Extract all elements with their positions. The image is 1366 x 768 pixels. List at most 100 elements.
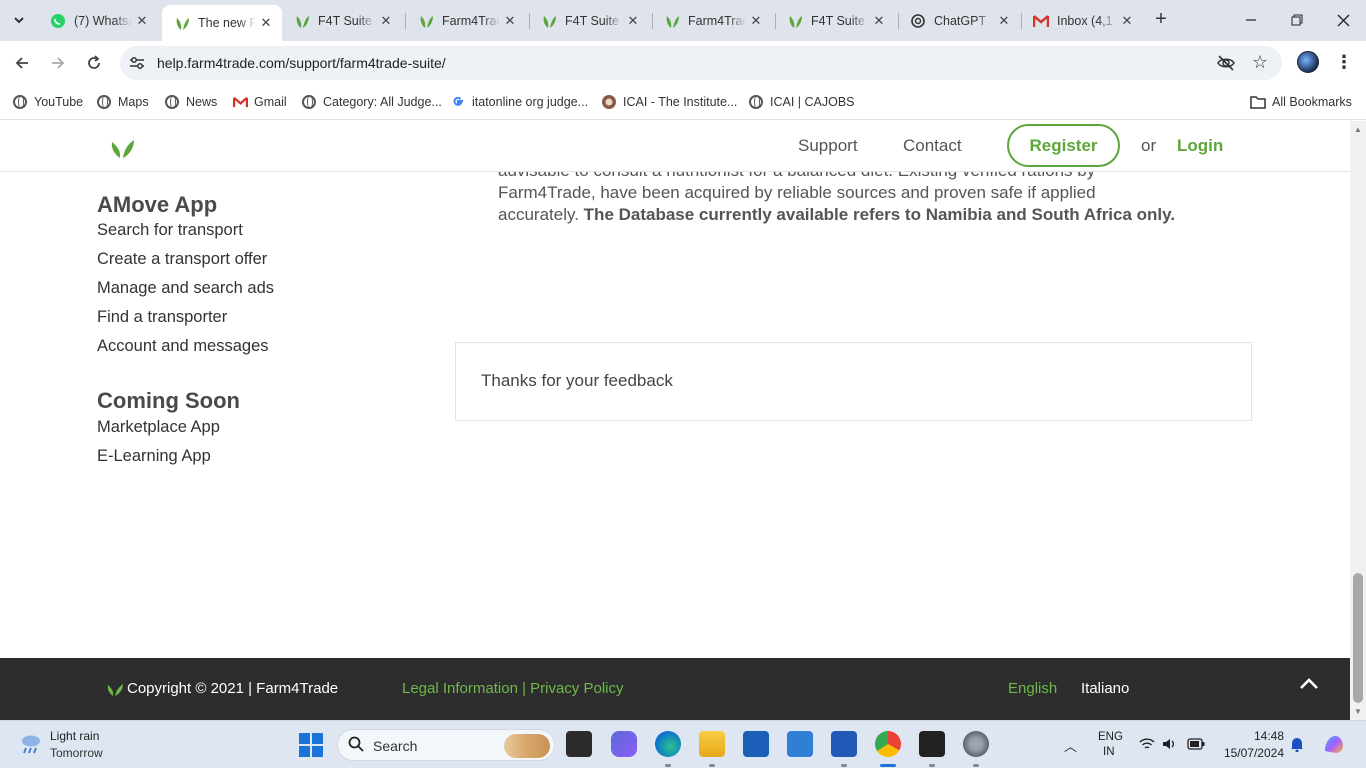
scroll-down-arrow-icon[interactable]: ▼ <box>1353 707 1363 716</box>
bookmark-icai-cajobs[interactable]: ICAI | CAJOBS <box>748 92 855 112</box>
teams-meet-icon[interactable] <box>611 731 637 757</box>
microsoft-store-icon[interactable] <box>743 731 769 757</box>
bookmark-star-icon[interactable]: ☆ <box>1252 52 1268 73</box>
rain-cloud-icon[interactable] <box>18 731 44 757</box>
sidebar-item-create-transport-offer[interactable]: Create a transport offer <box>97 250 267 269</box>
tab-search-chevron-icon[interactable] <box>8 9 30 31</box>
sidebar-item-manage-ads[interactable]: Manage and search ads <box>97 279 274 298</box>
sidebar-item-search-transport[interactable]: Search for transport <box>97 221 243 240</box>
mail-icon[interactable] <box>787 731 813 757</box>
close-tab-icon[interactable]: ✕ <box>623 11 643 31</box>
weather-when[interactable]: Tomorrow <box>50 746 103 760</box>
tab-farm4trade[interactable]: Farm4Trade ✕ <box>652 5 772 36</box>
bookmark-itatonline[interactable]: itatonline org judge... <box>450 92 588 112</box>
restore-icon[interactable] <box>1274 0 1320 40</box>
sidebar-item-elearning-app[interactable]: E-Learning App <box>97 447 211 466</box>
scroll-to-top-icon[interactable] <box>1297 672 1321 696</box>
scrollbar-thumb[interactable] <box>1353 573 1363 703</box>
article-line: Farm4Trade, have been acquired by reliab… <box>498 183 1096 202</box>
close-tab-icon[interactable]: ✕ <box>994 11 1014 31</box>
tray-overflow-chevron-icon[interactable]: ︿ <box>1064 736 1077 755</box>
scroll-up-arrow-icon[interactable]: ▲ <box>1353 125 1363 134</box>
chrome-menu-icon[interactable]: ⋮ <box>1334 51 1354 75</box>
clock-time[interactable]: 14:48 <box>1254 729 1284 743</box>
close-tab-icon[interactable]: ✕ <box>376 11 396 31</box>
sidebar-item-marketplace-app[interactable]: Marketplace App <box>97 418 220 437</box>
profile-avatar[interactable] <box>1297 51 1319 73</box>
legal-privacy-link[interactable]: Legal Information | Privacy Policy <box>402 680 624 697</box>
bookmark-category-judgements[interactable]: Category: All Judge... <box>301 92 442 112</box>
back-arrow-icon[interactable] <box>8 49 36 77</box>
windows-start-icon[interactable] <box>299 733 323 757</box>
taskbar-search[interactable]: Search <box>337 729 555 761</box>
footer-copyright: Copyright © 2021 | Farm4Trade <box>105 680 338 697</box>
close-window-icon[interactable] <box>1320 0 1366 40</box>
app-running-indicator <box>665 764 671 767</box>
tab-farm4trade-active[interactable]: The new Farm4Trade ✕ <box>162 5 282 41</box>
or-text: or <box>1141 136 1157 155</box>
all-bookmarks[interactable]: All Bookmarks <box>1250 92 1352 112</box>
bookmark-maps[interactable]: Maps <box>96 92 149 112</box>
file-explorer-icon[interactable] <box>699 731 725 757</box>
tab-f4t-suite[interactable]: F4T Suite ✕ <box>775 5 895 36</box>
settings-gear-icon[interactable] <box>963 731 989 757</box>
language-english-link[interactable]: English <box>1008 680 1057 697</box>
notification-bell-icon[interactable] <box>1290 736 1304 755</box>
close-tab-icon[interactable]: ✕ <box>132 11 152 31</box>
edge-browser-icon[interactable] <box>655 731 681 757</box>
page-scrollbar[interactable]: ▲ ▼ <box>1350 121 1366 720</box>
reload-icon[interactable] <box>80 49 108 77</box>
copilot-icon[interactable] <box>1322 733 1346 758</box>
bookmark-label: ICAI - The Institute... <box>623 95 738 109</box>
register-button[interactable]: Register <box>1007 124 1120 167</box>
volume-icon[interactable] <box>1162 737 1178 754</box>
bookmark-icai[interactable]: ICAI - The Institute... <box>601 92 737 112</box>
tab-gmail-inbox[interactable]: Inbox (4,1 ✕ <box>1021 5 1143 36</box>
bookmark-youtube[interactable]: YouTube <box>12 92 83 112</box>
tab-label: F4T Suite <box>565 13 619 28</box>
bookmark-news[interactable]: News <box>164 92 217 112</box>
bookmark-gmail[interactable]: Gmail <box>232 92 287 112</box>
minimize-icon[interactable] <box>1228 0 1274 40</box>
taskbar-search-label: Search <box>373 738 418 754</box>
wifi-icon[interactable] <box>1139 737 1155 754</box>
close-tab-icon[interactable]: ✕ <box>869 11 889 31</box>
bookmark-label: YouTube <box>34 95 84 109</box>
nav-contact-link[interactable]: Contact <box>903 136 962 156</box>
tab-label: F4T Suite <box>811 13 865 28</box>
google-icon <box>450 94 466 110</box>
tab-f4t-suite[interactable]: F4T Suite ✕ <box>282 5 402 36</box>
site-footer: Copyright © 2021 | Farm4Trade Legal Info… <box>0 658 1350 720</box>
task-view-icon[interactable] <box>566 731 592 757</box>
app-running-indicator <box>973 764 979 767</box>
clock-date[interactable]: 15/07/2024 <box>1220 746 1284 760</box>
forward-arrow-icon[interactable] <box>44 49 72 77</box>
eye-slash-icon[interactable] <box>1216 53 1236 73</box>
tab-whatsapp[interactable]: (7) WhatsApp ✕ <box>38 5 158 36</box>
input-region[interactable]: IN <box>1103 746 1115 758</box>
tab-f4t-suite[interactable]: F4T Suite ✕ <box>529 5 649 36</box>
address-bar[interactable]: help.farm4trade.com/support/farm4trade-s… <box>120 46 1282 80</box>
article-line: accurately. The Database currently avail… <box>498 204 1218 226</box>
sidebar-item-account-messages[interactable]: Account and messages <box>97 337 269 356</box>
close-tab-icon[interactable]: ✕ <box>256 13 276 33</box>
battery-icon[interactable] <box>1187 738 1205 753</box>
close-tab-icon[interactable]: ✕ <box>1117 11 1137 31</box>
tab-chatgpt[interactable]: ChatGPT ✕ <box>898 5 1020 36</box>
farm4trade-logo-icon[interactable] <box>108 137 138 159</box>
new-tab-plus-icon[interactable]: + <box>1150 9 1172 31</box>
farm4trade-leaf-icon <box>541 13 557 29</box>
input-language[interactable]: ENG <box>1098 731 1123 743</box>
terminal-icon[interactable] <box>919 731 945 757</box>
close-tab-icon[interactable]: ✕ <box>500 11 520 31</box>
tab-farm4trade[interactable]: Farm4Trade ✕ <box>406 5 526 36</box>
weather-condition[interactable]: Light rain <box>50 729 99 743</box>
language-italiano-link[interactable]: Italiano <box>1081 680 1129 697</box>
site-settings-icon[interactable] <box>128 54 146 72</box>
sidebar-item-find-transporter[interactable]: Find a transporter <box>97 308 227 327</box>
close-tab-icon[interactable]: ✕ <box>746 11 766 31</box>
word-icon[interactable] <box>831 731 857 757</box>
login-link[interactable]: Login <box>1177 136 1223 156</box>
nav-support-link[interactable]: Support <box>798 136 858 156</box>
chrome-icon[interactable] <box>875 731 901 757</box>
